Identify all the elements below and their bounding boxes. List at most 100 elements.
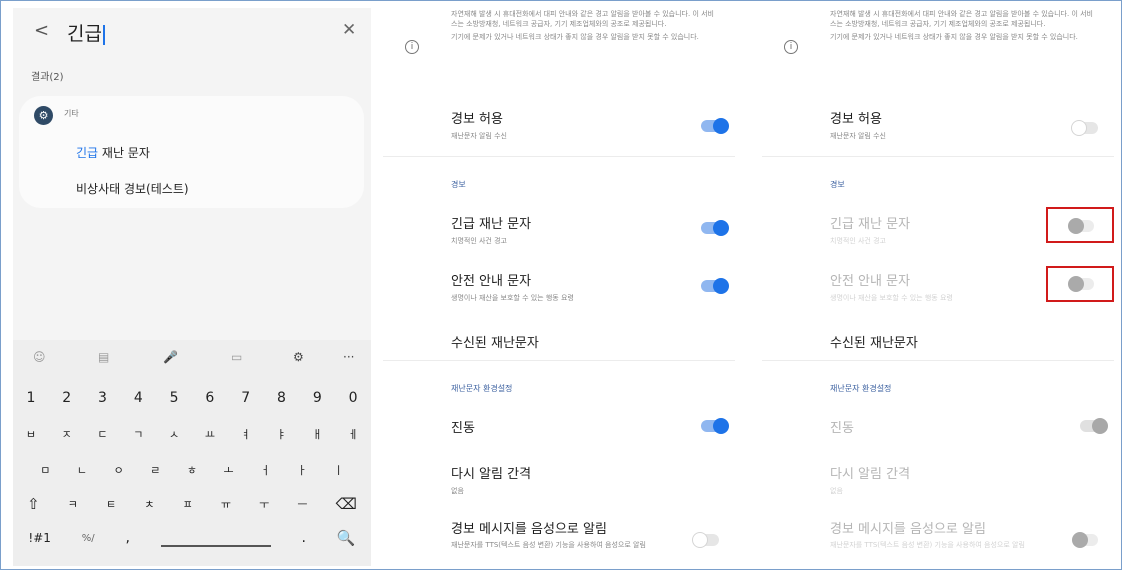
- voice-alert-toggle[interactable]: [692, 532, 719, 548]
- key-kieuk[interactable]: ㅋ: [68, 496, 78, 512]
- key-4[interactable]: 4: [134, 390, 143, 406]
- settings-category-icon: ⚙: [34, 106, 53, 125]
- setting-title: 수신된 재난문자: [451, 336, 539, 351]
- key-i[interactable]: ㅣ: [334, 462, 344, 478]
- key-nieun[interactable]: ㄴ: [77, 462, 87, 478]
- key-7[interactable]: 7: [241, 390, 250, 406]
- result-item-text: 재난 문자: [98, 146, 150, 160]
- search-key-icon[interactable]: 🔍: [337, 529, 356, 547]
- allow-alerts-setting[interactable]: 경보 허용 재난문자 알림 수신: [451, 108, 716, 141]
- allow-alerts-setting[interactable]: 경보 허용 재난문자 알림 수신: [830, 108, 1095, 141]
- key-jieut[interactable]: ㅈ: [62, 426, 72, 442]
- search-input[interactable]: 긴급: [67, 19, 105, 46]
- key-ae[interactable]: ㅐ: [312, 426, 322, 442]
- onscreen-keyboard: ☺ ▤ 🎤 ▭ ⚙ ··· 1 2 3 4 5 6 7 8 9 0 ㅂ ㅈ ㄷ …: [13, 340, 371, 566]
- key-mieum[interactable]: ㅁ: [40, 462, 50, 478]
- received-alerts-item[interactable]: 수신된 재난문자: [451, 332, 716, 351]
- result-item-emergency-alert[interactable]: 긴급 재난 문자: [76, 144, 150, 161]
- key-yo[interactable]: ㅛ: [205, 426, 215, 442]
- result-item-emergency-test[interactable]: 비상사태 경보(테스트): [76, 180, 189, 197]
- period-key[interactable]: .: [302, 530, 306, 546]
- voice-alert-setting[interactable]: 경보 메시지를 음성으로 알림 재난문자를 TTS(텍스트 음성 변환) 기능을…: [451, 518, 716, 550]
- key-digeut[interactable]: ㄷ: [97, 426, 107, 442]
- key-1[interactable]: 1: [26, 390, 35, 406]
- text-cursor: [102, 24, 105, 45]
- key-hieut[interactable]: ㅎ: [187, 462, 197, 478]
- section-header-preferences: 재난문자 환경설정: [451, 384, 513, 393]
- clipboard-icon[interactable]: ▤: [98, 350, 109, 364]
- setting-subtitle: 재난문자 알림 수신: [830, 132, 886, 140]
- key-ieung[interactable]: ㅇ: [114, 462, 124, 478]
- divider: [383, 360, 735, 361]
- key-e[interactable]: ㅔ: [348, 426, 358, 442]
- vibration-setting: 진동: [830, 417, 1095, 436]
- allow-alerts-toggle[interactable]: [701, 118, 729, 134]
- info-icon: i: [784, 40, 798, 54]
- key-5[interactable]: 5: [170, 390, 179, 406]
- setting-title: 경보 허용: [451, 112, 503, 127]
- key-3[interactable]: 3: [98, 390, 107, 406]
- key-siot[interactable]: ㅅ: [169, 426, 179, 442]
- key-a[interactable]: ㅏ: [297, 462, 307, 478]
- setting-title: 다시 알림 간격: [451, 467, 532, 482]
- clear-search-icon[interactable]: ✕: [342, 20, 356, 40]
- comma-key[interactable]: ,: [125, 530, 129, 546]
- keyboard-row-1: ㅂ ㅈ ㄷ ㄱ ㅅ ㅛ ㅕ ㅑ ㅐ ㅔ: [13, 422, 371, 446]
- setting-title: 경보 허용: [830, 112, 882, 127]
- emoji-icon[interactable]: ☺: [33, 350, 46, 364]
- fraction-key[interactable]: %/: [82, 533, 95, 544]
- back-arrow-icon[interactable]: <: [34, 20, 49, 41]
- allow-alerts-toggle[interactable]: [1071, 120, 1098, 136]
- key-eu[interactable]: ㅡ: [297, 496, 307, 512]
- key-yu[interactable]: ㅠ: [221, 496, 231, 512]
- key-yeo[interactable]: ㅕ: [241, 426, 251, 442]
- safety-alert-toggle: [1068, 276, 1094, 292]
- symbols-key[interactable]: !#1: [28, 531, 51, 545]
- key-6[interactable]: 6: [205, 390, 214, 406]
- backspace-key-icon[interactable]: ⌫: [336, 495, 357, 513]
- toggle-knob: [1092, 418, 1108, 434]
- key-chieut[interactable]: ㅊ: [144, 496, 154, 512]
- key-u[interactable]: ㅜ: [259, 496, 269, 512]
- key-giyeok[interactable]: ㄱ: [133, 426, 143, 442]
- key-2[interactable]: 2: [62, 390, 71, 406]
- sticker-icon[interactable]: ▭: [231, 350, 242, 364]
- more-options-icon[interactable]: ···: [343, 350, 354, 364]
- key-ya[interactable]: ㅑ: [276, 426, 286, 442]
- toggle-knob: [713, 220, 729, 236]
- toggle-knob: [713, 278, 729, 294]
- alert-settings-enabled-screen: i 자연재해 발생 시 휴대전화에서 대피 안내와 같은 경고 알림을 받아볼 …: [383, 8, 735, 566]
- section-header-alerts: 경보: [451, 180, 466, 189]
- key-tieut[interactable]: ㅌ: [106, 496, 116, 512]
- key-eo[interactable]: ㅓ: [260, 462, 270, 478]
- emergency-alert-toggle[interactable]: [701, 220, 729, 236]
- space-key[interactable]: [160, 529, 271, 547]
- setting-subtitle: 없음: [830, 487, 843, 495]
- keyboard-settings-icon[interactable]: ⚙: [293, 350, 304, 364]
- setting-subtitle: 치명적인 사건 경고: [451, 237, 507, 245]
- key-9[interactable]: 9: [313, 390, 322, 406]
- key-pieup[interactable]: ㅍ: [183, 496, 193, 512]
- key-bieup[interactable]: ㅂ: [26, 426, 36, 442]
- toggle-knob: [1068, 276, 1084, 292]
- key-rieul[interactable]: ㄹ: [150, 462, 160, 478]
- reminder-interval-setting[interactable]: 다시 알림 간격 없음: [451, 463, 716, 496]
- key-0[interactable]: 0: [349, 390, 358, 406]
- keyboard-bottom-row: !#1 %/ , . 🔍: [13, 526, 371, 550]
- shift-key-icon[interactable]: ⇧: [27, 495, 40, 513]
- info-paragraph: 기기에 문제가 있거나 네트워크 상태가 좋지 않을 경우 알림을 받지 못할 …: [451, 33, 699, 41]
- reminder-interval-setting: 다시 알림 간격 없음: [830, 463, 1095, 496]
- voice-alert-setting: 경보 메시지를 음성으로 알림 재난문자를 TTS(텍스트 음성 변환) 기능을…: [830, 518, 1095, 550]
- vibration-setting[interactable]: 진동: [451, 417, 716, 436]
- safety-alert-setting[interactable]: 안전 안내 문자 생명이나 재산을 보호할 수 있는 행동 요령: [451, 270, 716, 303]
- emergency-alert-setting[interactable]: 긴급 재난 문자 치명적인 사건 경고: [451, 213, 716, 246]
- received-alerts-item[interactable]: 수신된 재난문자: [830, 332, 1095, 351]
- safety-alert-toggle[interactable]: [701, 278, 729, 294]
- microphone-icon[interactable]: 🎤: [163, 350, 178, 364]
- toggle-knob: [1068, 218, 1084, 234]
- key-8[interactable]: 8: [277, 390, 286, 406]
- vibration-toggle[interactable]: [701, 418, 729, 434]
- key-o[interactable]: ㅗ: [224, 462, 234, 478]
- result-card: ⚙ 기타 긴급 재난 문자 비상사태 경보(테스트): [19, 96, 364, 208]
- setting-title: 경보 메시지를 음성으로 알림: [451, 522, 607, 537]
